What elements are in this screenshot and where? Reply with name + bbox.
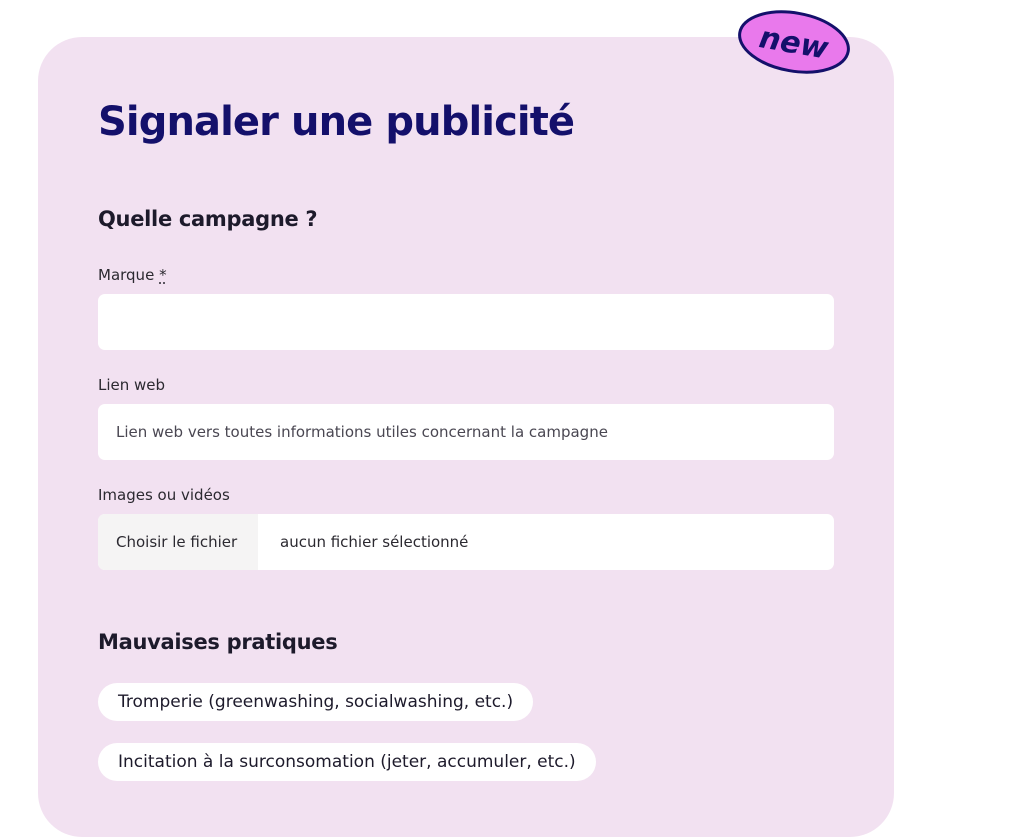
- brand-label-text: Marque: [98, 266, 155, 284]
- required-marker: *: [159, 266, 167, 284]
- campaign-section-title: Quelle campagne ?: [98, 207, 318, 231]
- media-file-input[interactable]: Choisir le fichier aucun fichier sélecti…: [98, 514, 834, 570]
- practices-section-title: Mauvaises pratiques: [98, 630, 338, 654]
- practice-option-deception[interactable]: Tromperie (greenwashing, socialwashing, …: [98, 683, 534, 721]
- new-badge: new: [736, 8, 852, 76]
- link-label: Lien web: [98, 376, 166, 394]
- file-status: aucun fichier sélectionné: [280, 533, 469, 551]
- brand-label: Marque *: [98, 265, 167, 285]
- choose-file-button[interactable]: Choisir le fichier: [98, 514, 258, 570]
- brand-input[interactable]: [98, 294, 834, 350]
- media-label: Images ou vidéos: [98, 486, 230, 504]
- practice-option-overconsumption[interactable]: Incitation à la surconsomation (jeter, a…: [98, 743, 596, 781]
- page-title: Signaler une publicité: [98, 99, 575, 145]
- link-input[interactable]: [98, 404, 834, 460]
